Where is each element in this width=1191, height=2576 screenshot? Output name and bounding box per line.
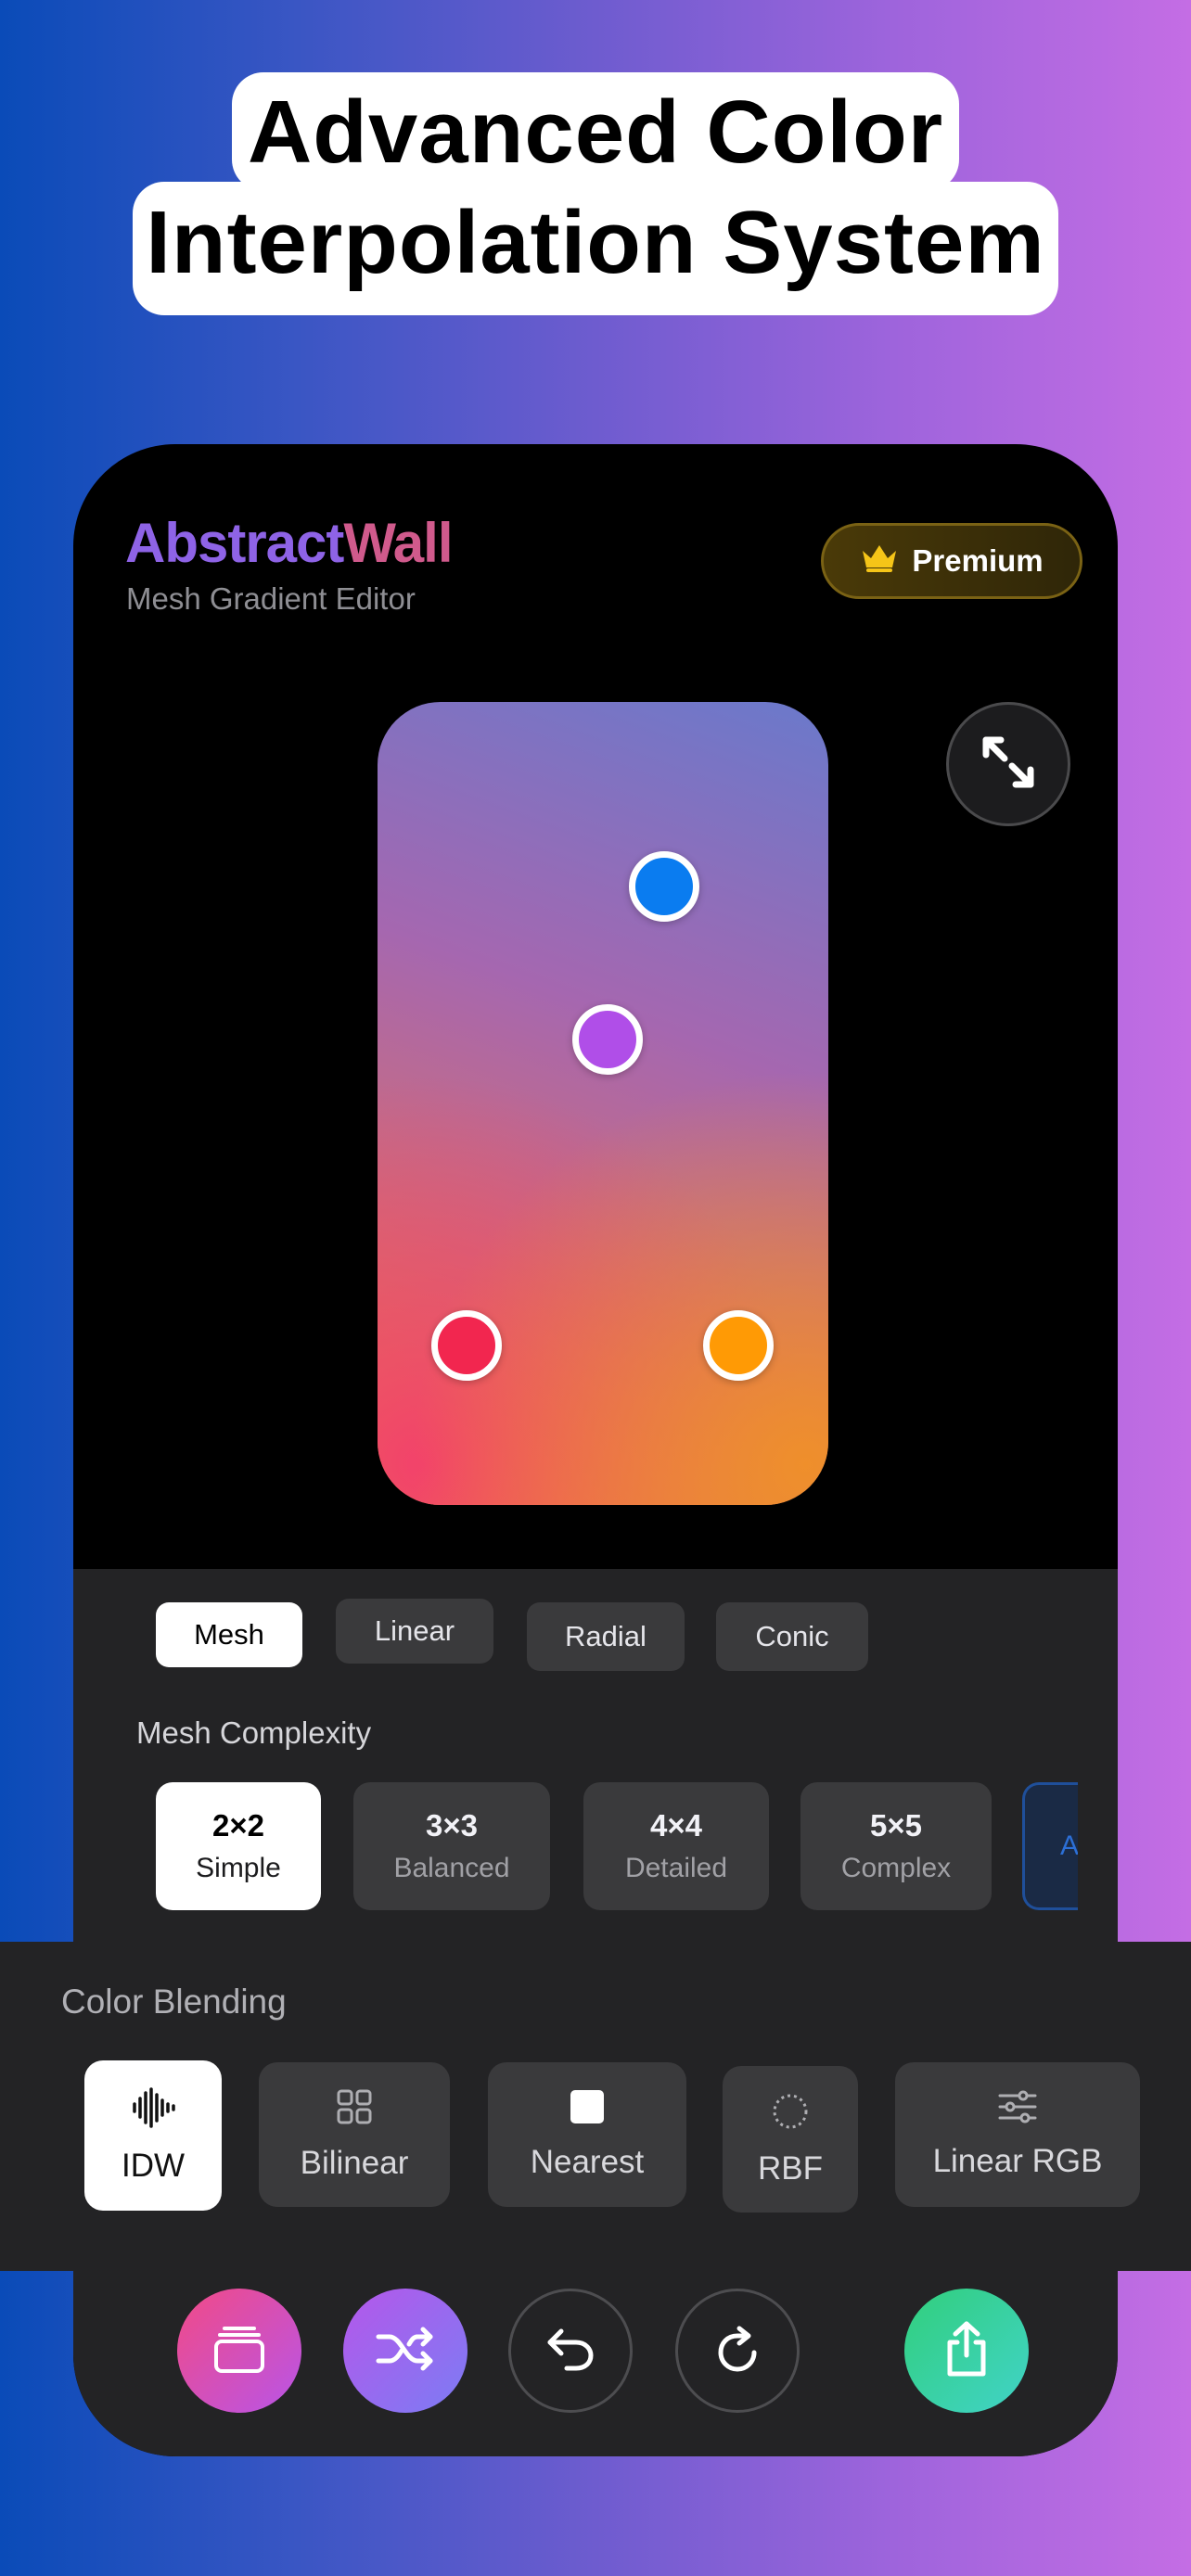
share-icon: [941, 2320, 992, 2382]
control-point-purple[interactable]: [572, 1004, 643, 1075]
fullscreen-button[interactable]: [946, 702, 1070, 826]
tab-mesh[interactable]: Mesh: [156, 1602, 302, 1667]
complexity-option-title: 4×4: [650, 1808, 702, 1843]
blend-option-rbf[interactable]: RBF: [723, 2066, 858, 2213]
crown-icon: [860, 542, 899, 580]
tab-linear[interactable]: Linear: [336, 1599, 493, 1664]
redo-icon: [711, 2323, 763, 2379]
complexity-option-title: 2×2: [212, 1808, 264, 1843]
share-button[interactable]: [904, 2289, 1029, 2413]
tab-radial[interactable]: Radial: [527, 1602, 685, 1671]
square-icon: [570, 2089, 605, 2129]
tab-conic[interactable]: Conic: [716, 1602, 868, 1671]
complexity-option-2x2[interactable]: 2×2 Simple: [156, 1782, 321, 1910]
blend-option-idw[interactable]: IDW: [84, 2060, 222, 2211]
app-title: AbstractWall: [125, 511, 454, 575]
complexity-option-4x4[interactable]: 4×4 Detailed: [583, 1782, 769, 1910]
control-point-pink[interactable]: [431, 1310, 502, 1381]
blend-option-label: Nearest: [530, 2143, 645, 2180]
color-blending-label: Color Blending: [61, 1983, 287, 2021]
blend-option-nearest[interactable]: Nearest: [488, 2062, 686, 2207]
blend-option-bilinear[interactable]: Bilinear: [259, 2062, 450, 2207]
headline-line-1: Advanced Color: [247, 83, 944, 182]
sliders-icon: [997, 2090, 1038, 2128]
complexity-option-subtitle: Complex: [840, 1853, 952, 1883]
blend-option-linear-rgb[interactable]: Linear RGB: [895, 2062, 1140, 2207]
headline-line-2: Interpolation System: [146, 193, 1045, 292]
blend-option-label: RBF: [758, 2149, 823, 2187]
dotted-circle-icon: [771, 2092, 810, 2136]
complexity-option-subtitle: Balanced: [393, 1853, 510, 1883]
color-blending-panel: Color Blending IDW Bilinear Nearest RBF …: [0, 1942, 1191, 2271]
complexity-option-subtitle: Detailed: [624, 1853, 728, 1883]
expand-icon: [979, 733, 1038, 797]
blend-option-label: IDW: [121, 2147, 186, 2184]
complexity-option-title: 5×5: [870, 1808, 922, 1843]
layers-icon: [211, 2323, 267, 2379]
premium-label: Premium: [912, 543, 1044, 578]
control-point-orange[interactable]: [703, 1310, 774, 1381]
app-title-part-1: Abstract: [125, 512, 344, 574]
shuffle-icon: [375, 2326, 436, 2377]
app-subtitle: Mesh Gradient Editor: [126, 581, 416, 616]
undo-button[interactable]: [508, 2289, 633, 2413]
premium-button[interactable]: Premium: [821, 523, 1082, 599]
waveform-icon: [131, 2086, 175, 2133]
gradient-canvas[interactable]: [378, 702, 828, 1505]
blend-option-label: Linear RGB: [932, 2142, 1103, 2179]
complexity-option-3x3[interactable]: 3×3 Balanced: [353, 1782, 550, 1910]
redo-button[interactable]: [675, 2289, 800, 2413]
grid-icon: [336, 2088, 373, 2130]
shuffle-button[interactable]: [343, 2289, 467, 2413]
complexity-option-partial[interactable]: A: [1022, 1782, 1078, 1910]
control-point-blue[interactable]: [629, 851, 699, 922]
undo-icon: [544, 2326, 596, 2377]
layers-button[interactable]: [177, 2289, 301, 2413]
complexity-option-subtitle: Simple: [196, 1853, 281, 1883]
complexity-option-5x5[interactable]: 5×5 Complex: [800, 1782, 992, 1910]
app-title-part-2: Wall: [343, 512, 453, 574]
complexity-option-title: 3×3: [426, 1808, 478, 1843]
promo-headline: Advanced Color Interpolation System: [0, 0, 1191, 389]
mesh-complexity-label: Mesh Complexity: [136, 1715, 372, 1750]
blend-option-label: Bilinear: [300, 2144, 409, 2181]
